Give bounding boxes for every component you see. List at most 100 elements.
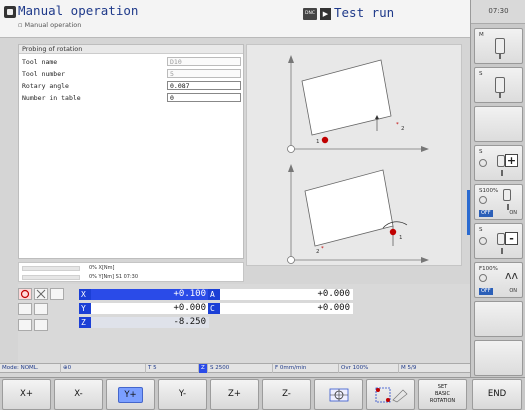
blank-icon-3	[34, 303, 48, 315]
spindle-minus-softkey[interactable]: S -	[474, 223, 523, 259]
probe-point-1	[321, 136, 329, 144]
mode-subtitle: ▫ Manual operation	[18, 21, 81, 29]
s-label: S	[479, 71, 483, 77]
vertical-softkey-bar: 07:30 M S S + S100% OFF ON S - F100% ʌʌ …	[470, 0, 525, 393]
y-plus-softkey[interactable]: Y+	[106, 379, 155, 410]
s-minus-label: S	[479, 227, 483, 233]
help-graphic: 1 * 2 1 2 *	[246, 44, 462, 266]
axis-value: -8.250	[91, 317, 209, 328]
point-1-label: 1	[316, 139, 320, 145]
rotary-angle-field[interactable]: 0.087	[167, 81, 241, 90]
off-label: OFF	[479, 288, 493, 295]
softkey-line-3: ROTATION	[429, 398, 456, 404]
point-2-label-lower: 2	[316, 249, 320, 255]
point-1-label-lower: 1	[399, 235, 403, 241]
feed-wave-icon: ʌʌ	[504, 269, 518, 282]
spindle-override-softkey[interactable]: S100% OFF ON	[474, 184, 523, 220]
axis-row-y: Y +0.000	[79, 303, 209, 314]
z-minus-softkey[interactable]: Z-	[262, 379, 311, 410]
dnc-icon: DNC	[303, 8, 317, 20]
x-axis-arrow-upper	[421, 146, 429, 152]
axis-row-x: X +0.100	[79, 289, 209, 300]
workpiece-upper	[301, 59, 392, 136]
softkey-label: Y+	[118, 387, 143, 403]
override-status: Ovr 100%	[338, 364, 368, 373]
number-in-table-field[interactable]: 0	[167, 93, 241, 102]
on-label: ON	[509, 210, 517, 216]
load-text-y: 0% Y[Nm] S1 07:30	[89, 274, 139, 280]
position-display: X +0.100 Y +0.000 Z -8.250 A +0.000 C +0…	[18, 284, 470, 363]
empty-softkey-3[interactable]	[474, 340, 523, 376]
load-bar-y	[22, 275, 80, 280]
header-bar: Manual operation ▫ Manual operation DNC …	[0, 0, 470, 38]
spindle-icon	[497, 155, 505, 176]
feed-status: F 0mm/min	[272, 364, 306, 373]
field-label: Rotary angle	[22, 82, 69, 90]
feed-override-softkey[interactable]: F100% ʌʌ OFF ON	[474, 262, 523, 298]
field-label: Tool number	[22, 70, 66, 78]
probe-center-softkey[interactable]	[314, 379, 363, 410]
spindle-icon	[503, 189, 511, 210]
clock-display: 07:30	[471, 0, 525, 24]
end-softkey[interactable]: END	[472, 379, 522, 410]
minus-icon: -	[505, 232, 518, 245]
x-plus-softkey[interactable]: X+	[2, 379, 51, 410]
load-status-panel: 0% X[Nm] 0% Y[Nm] S1 07:30	[18, 262, 244, 282]
x-minus-softkey[interactable]: X-	[54, 379, 103, 410]
x-axis-arrow-lower	[421, 257, 429, 263]
f100-label: F100%	[479, 266, 498, 272]
y-minus-softkey[interactable]: Y-	[158, 379, 207, 410]
softkey-line-1: SET	[437, 384, 448, 390]
off-label: OFF	[479, 210, 493, 217]
blank-icon-2	[18, 303, 32, 315]
point-2-star-lower: *	[321, 246, 324, 252]
axis-row-z: Z -8.250	[79, 317, 209, 328]
softkey-bar: X+ X- Y+ Y- Z+ Z- SET BASIC ROTATION END	[0, 377, 525, 410]
empty-softkey-1[interactable]	[474, 106, 523, 142]
axis-name: X	[79, 289, 91, 300]
crosshair-icon	[329, 388, 348, 402]
on-label: ON	[509, 288, 517, 294]
tool-number-field[interactable]: 5	[167, 69, 241, 78]
spindle-status: ⊕0	[60, 364, 71, 373]
softkey-label: Z+	[228, 389, 241, 399]
spindle-icon	[495, 77, 505, 98]
mode-title: Manual operation	[18, 3, 139, 18]
axis-name: Z	[79, 317, 91, 328]
field-label: Tool name	[22, 58, 58, 66]
m-function-softkey[interactable]: M	[474, 28, 523, 64]
origin-marker-upper	[287, 145, 295, 153]
field-row-rotary-angle: Rotary angle 0.087	[19, 81, 243, 91]
probing-form: Probing of rotation Tool name D10 Tool n…	[18, 44, 244, 259]
axis-name: C	[208, 303, 220, 314]
softkey-label: X+	[20, 389, 33, 399]
point-2-star: *	[396, 122, 399, 128]
machine-status-bar: Mode: NOML. ⊕0 T 5 Z S 2500 F 0mm/min Ov…	[0, 363, 470, 373]
tool-name-field[interactable]: D10	[167, 57, 241, 66]
empty-softkey-2[interactable]	[474, 301, 523, 337]
z-axis-status: Z	[198, 364, 207, 373]
softkey-label: X-	[74, 389, 83, 399]
m-label: M	[479, 32, 484, 38]
z-plus-softkey[interactable]: Z+	[210, 379, 259, 410]
s-function-softkey[interactable]: S	[474, 67, 523, 103]
gear-icon	[479, 274, 487, 282]
tool-status: T 5	[145, 364, 157, 373]
probe-table-softkey[interactable]	[366, 379, 415, 410]
gear-icon	[479, 237, 487, 245]
spindle-plus-softkey[interactable]: S +	[474, 145, 523, 181]
y-axis-arrow-upper	[288, 55, 294, 63]
softkey-label: Z-	[282, 389, 291, 399]
y-axis-arrow-lower	[288, 164, 294, 172]
gear-icon	[479, 159, 487, 167]
set-basic-rotation-softkey[interactable]: SET BASIC ROTATION	[418, 379, 467, 410]
load-text-x: 0% X[Nm]	[89, 265, 115, 271]
probe-icon	[18, 288, 32, 300]
m-function-status: M 5/9	[398, 364, 416, 373]
blank-icon-1	[50, 288, 64, 300]
softkey-label: Y-	[178, 389, 187, 399]
probing-rotation-diagram: 1 * 2 1 2 *	[287, 55, 429, 264]
axis-row-a: A +0.000	[208, 289, 353, 300]
probe-point-lower	[389, 228, 397, 236]
active-softkey-marker	[467, 190, 470, 235]
